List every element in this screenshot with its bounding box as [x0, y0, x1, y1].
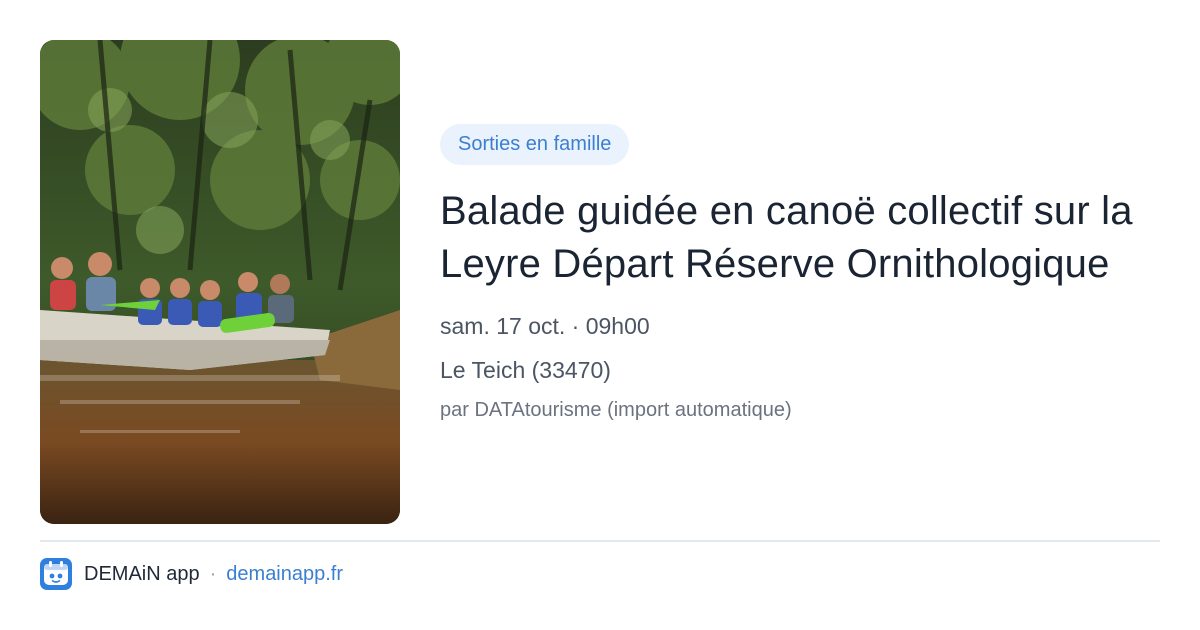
event-location: Le Teich (33470)	[440, 357, 611, 383]
canoe-photo-illustration	[40, 40, 400, 524]
app-domain-link[interactable]: demainapp.fr	[226, 563, 343, 586]
footer: DEMAiN app · demainapp.fr	[40, 558, 343, 590]
footer-divider	[40, 540, 1160, 542]
event-photo[interactable]	[40, 40, 400, 524]
category-tag[interactable]: Sorties en famille	[440, 124, 630, 165]
event-info: Sorties en famille Balade guidée en cano…	[440, 124, 1160, 423]
event-title[interactable]: Balade guidée en canoë collectif sur la …	[440, 185, 1160, 291]
event-author: par DATAtourisme (import automatique)	[440, 399, 792, 421]
demain-app-icon[interactable]	[40, 558, 72, 590]
app-name[interactable]: DEMAiN app	[84, 563, 200, 586]
footer-separator: ·	[209, 562, 217, 585]
event-datetime: sam. 17 oct. · 09h00	[440, 313, 650, 339]
